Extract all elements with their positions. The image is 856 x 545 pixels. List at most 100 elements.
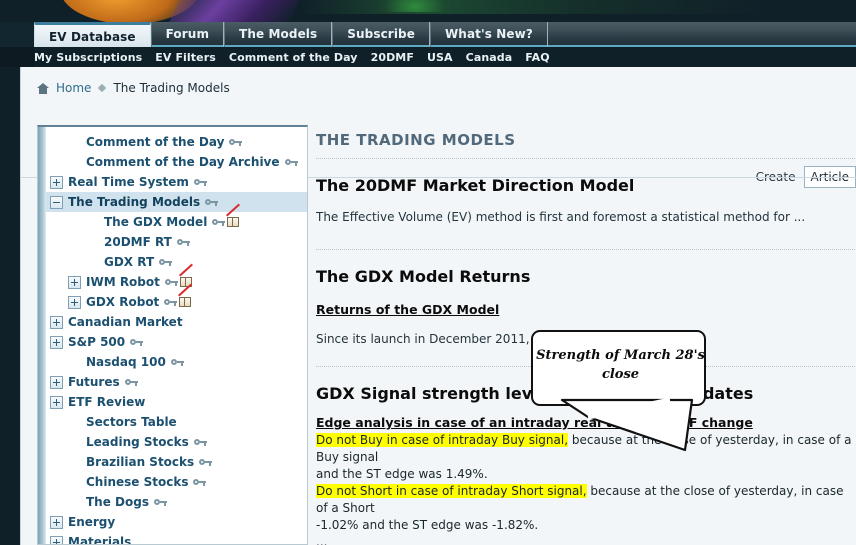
tab-the-models[interactable]: The Models (224, 22, 333, 47)
sidebar-item-label: Energy (68, 515, 116, 529)
sidebar-item-label: Leading Stocks (86, 435, 189, 449)
sidebar-item-sectors-table[interactable]: Sectors Table (46, 412, 307, 432)
sidebar-item-chinese-stocks[interactable]: Chinese Stocks (46, 472, 307, 492)
sidebar-item-label: The GDX Model (104, 215, 208, 229)
expand-plus-icon[interactable] (50, 315, 63, 329)
section-3-paragraph-2: Do not Short in case of intraday Short s… (316, 483, 856, 534)
subnav-link-canada[interactable]: Canada (466, 51, 513, 64)
sidebar-item-nasdaq-100[interactable]: Nasdaq 100 (46, 352, 307, 372)
section-1-text: The Effective Volume (EV) method is firs… (316, 210, 806, 224)
key-icon (193, 438, 207, 447)
book-restricted-icon (226, 203, 241, 228)
sidebar-item-energy[interactable]: Energy (46, 512, 307, 532)
buy-signal-continued: and the ST edge was 1.49%. (316, 467, 488, 481)
subnav-link-20dmf[interactable]: 20DMF (371, 51, 414, 64)
sidebar-item-etf-review[interactable]: ETF Review (46, 392, 307, 412)
key-icon (159, 258, 173, 267)
sidebar-item-s-p-500[interactable]: S&P 500 (46, 332, 307, 352)
tab-subscribe[interactable]: Subscribe (332, 22, 430, 47)
annotation-callout-tail (560, 397, 694, 452)
key-icon (164, 298, 178, 307)
key-icon (176, 238, 190, 247)
subnav-link-faq[interactable]: FAQ (525, 51, 549, 64)
expand-plus-icon[interactable] (50, 375, 63, 389)
home-icon (37, 82, 49, 94)
sidebar-item-comment-of-the-day[interactable]: Comment of the Day (46, 132, 307, 152)
book-restricted-icon (178, 283, 193, 308)
divider-1 (316, 158, 856, 159)
key-icon (199, 458, 213, 467)
expand-plus-icon[interactable] (50, 515, 63, 529)
key-icon (212, 218, 226, 227)
sidebar-item-label: Futures (68, 375, 120, 389)
key-icon (164, 278, 178, 287)
sidebar-item-leading-stocks[interactable]: Leading Stocks (46, 432, 307, 452)
tab-forum[interactable]: Forum (150, 22, 225, 47)
sidebar-item-20dmf-rt[interactable]: 20DMF RT (46, 232, 307, 252)
section-1-heading: The 20DMF Market Direction Model (316, 176, 635, 195)
sidebar-item-gdx-rt[interactable]: GDX RT (46, 252, 307, 272)
subnav-link-comment-of-the-day[interactable]: Comment of the Day (229, 51, 358, 64)
sidebar-item-label: Comment of the Day (86, 135, 225, 149)
sidebar-item-label: Materials (68, 535, 132, 545)
subnav-links: My Subscriptions EV Filters Comment of the… (34, 47, 550, 67)
sidebar-item-comment-of-the-day-archive[interactable]: Comment of the Day Archive (46, 152, 307, 172)
tab-what-s-new[interactable]: What's New? (429, 22, 548, 47)
section-2-subheading[interactable]: Returns of the GDX Model (316, 302, 856, 317)
subnav-link-my-subscriptions[interactable]: My Subscriptions (34, 51, 142, 64)
key-icon (193, 178, 207, 187)
sidebar-item-brazilian-stocks[interactable]: Brazilian Stocks (46, 452, 307, 472)
expand-plus-icon[interactable] (50, 335, 63, 349)
sidebar-item-gdx-robot[interactable]: GDX Robot (46, 283, 307, 312)
sidebar-item-label: Brazilian Stocks (86, 455, 195, 469)
sidebar-item-label: GDX RT (104, 255, 155, 269)
sidebar-item-the-gdx-model[interactable]: The GDX Model (46, 203, 307, 232)
sidebar-item-iwm-robot[interactable]: IWM Robot (46, 263, 307, 292)
sidebar-item-futures[interactable]: Futures (46, 372, 307, 392)
breadcrumb-home-link[interactable]: Home (56, 81, 91, 95)
expand-plus-icon[interactable] (68, 275, 81, 289)
collapse-minus-icon[interactable] (50, 195, 63, 209)
sidebar-item-label: The Trading Models (68, 195, 201, 209)
key-icon (284, 158, 298, 167)
annotation-callout-text: Strength of March 28's close (536, 348, 705, 382)
sidebar-item-label: ETF Review (68, 395, 146, 409)
banner-art-green (300, 0, 770, 14)
tab-strip: EV Database Forum The Models Subscribe What'… (34, 22, 548, 47)
sidebar-item-canadian-market[interactable]: Canadian Market (46, 312, 307, 332)
subnav-left-filler (0, 47, 34, 67)
sidebar-item-materials[interactable]: Materials (46, 532, 307, 545)
sidebar-item-label: Chinese Stocks (86, 475, 189, 489)
sidebar-tree-panel: Comment of the Day Comment of the Day Arc… (37, 125, 308, 545)
sidebar-item-label: Canadian Market (68, 315, 183, 329)
sidebar-item-the-dogs[interactable]: The Dogs (46, 492, 307, 512)
section-2-heading: The GDX Model Returns (316, 267, 531, 286)
expand-plus-icon[interactable] (50, 535, 63, 544)
key-icon (193, 478, 207, 487)
sidebar-item-label: S&P 500 (68, 335, 126, 349)
key-icon (130, 338, 144, 347)
expand-plus-icon[interactable] (68, 295, 81, 309)
secondary-nav: My Subscriptions EV Filters Comment of the… (0, 47, 856, 67)
section-3-ellipsis: ... (316, 535, 328, 545)
expand-plus-icon[interactable] (50, 395, 63, 409)
breadcrumb-current: The Trading Models (113, 81, 230, 95)
breadcrumb: Home The Trading Models (37, 79, 230, 97)
expand-plus-icon[interactable] (50, 175, 63, 189)
sidebar-scrollbar[interactable] (38, 127, 46, 544)
subnav-link-ev-filters[interactable]: EV Filters (155, 51, 216, 64)
sidebar-item-the-trading-models[interactable]: The Trading Models (46, 192, 307, 212)
key-icon (205, 198, 219, 207)
subnav-link-usa[interactable]: USA (427, 51, 453, 64)
sidebar-item-real-time-system[interactable]: Real Time System (46, 172, 307, 192)
tab-ev-database[interactable]: EV Database (34, 22, 151, 47)
sidebar-item-label: The Dogs (86, 495, 149, 509)
